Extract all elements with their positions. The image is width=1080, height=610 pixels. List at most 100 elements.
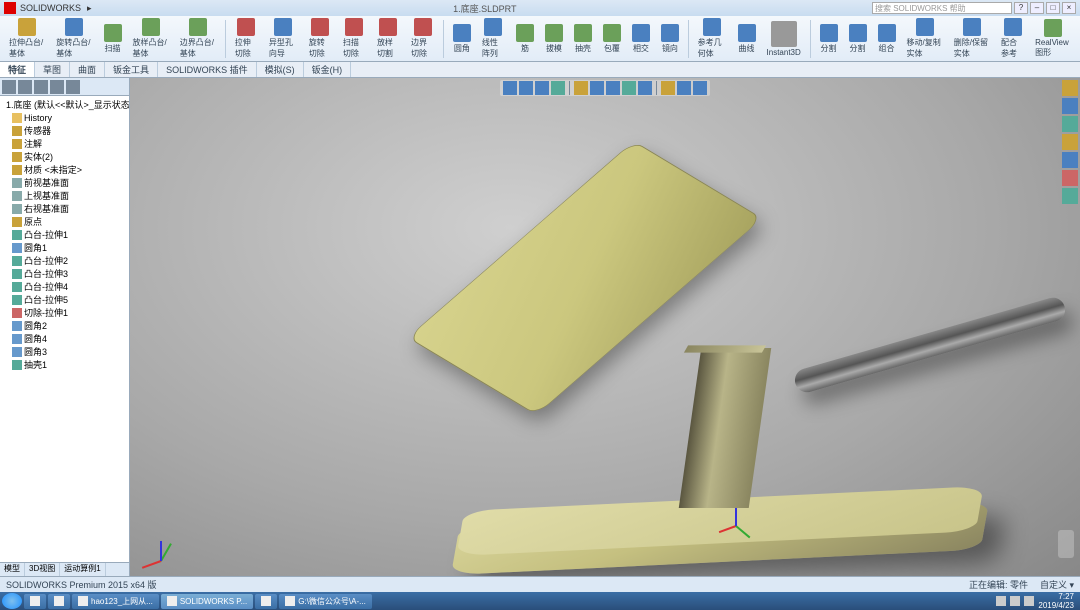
solidworks-resources-icon[interactable] bbox=[1062, 80, 1078, 96]
sidebar-tab-运动算例1[interactable]: 运动算例1 bbox=[60, 563, 105, 576]
tab-特征[interactable]: 特征 bbox=[0, 62, 35, 77]
tree-node[interactable]: 注解 bbox=[2, 137, 127, 150]
tree-node[interactable]: 凸台-拉伸2 bbox=[2, 254, 127, 267]
ribbon-分割[interactable]: 分割 bbox=[815, 21, 843, 57]
taskbar-item[interactable] bbox=[48, 594, 70, 609]
ribbon-参考几何体[interactable]: 参考几何体 bbox=[693, 15, 732, 62]
zoom-area-icon[interactable] bbox=[519, 81, 533, 95]
rotate-widget-icon[interactable] bbox=[1058, 530, 1074, 558]
tab-钣金(H)[interactable]: 钣金(H) bbox=[304, 62, 352, 77]
ribbon-线性阵列[interactable]: 线性阵列 bbox=[477, 15, 510, 62]
ribbon-旋转切除[interactable]: 旋转切除 bbox=[304, 15, 337, 62]
tree-root[interactable]: 1.底座 (默认<<默认>_显示状态 1 bbox=[2, 98, 127, 111]
tray-flag-icon[interactable] bbox=[1024, 596, 1034, 606]
apply-scene-icon[interactable] bbox=[638, 81, 652, 95]
tree-node[interactable]: 圆角1 bbox=[2, 241, 127, 254]
tab-草图[interactable]: 草图 bbox=[35, 62, 70, 77]
ribbon-扫描切除[interactable]: 扫描切除 bbox=[338, 15, 371, 62]
ribbon-边界凸台/基体[interactable]: 边界凸台/基体 bbox=[175, 15, 221, 62]
tree-node[interactable]: 圆角3 bbox=[2, 345, 127, 358]
tree-node[interactable]: 原点 bbox=[2, 215, 127, 228]
ribbon-扫描[interactable]: 扫描 bbox=[99, 21, 127, 57]
sidebar-tab-3D视图[interactable]: 3D视图 bbox=[25, 563, 60, 576]
design-library-icon[interactable] bbox=[1062, 98, 1078, 114]
ribbon-抽壳[interactable]: 抽壳 bbox=[569, 21, 597, 57]
tree-node[interactable]: 凸台-拉伸1 bbox=[2, 228, 127, 241]
feature-tree[interactable]: 1.底座 (默认<<默认>_显示状态 1 History传感器注解实体(2)材质… bbox=[0, 96, 129, 562]
ribbon-拉伸凸台/基体[interactable]: 拉伸凸台/基体 bbox=[4, 15, 50, 62]
ribbon-相交[interactable]: 相交 bbox=[627, 21, 655, 57]
forum-icon[interactable] bbox=[1062, 188, 1078, 204]
view-settings-icon[interactable] bbox=[661, 81, 675, 95]
ribbon-分割[interactable]: 分割 bbox=[844, 21, 872, 57]
ribbon-移动/复制实体[interactable]: 移动/复制实体 bbox=[902, 15, 948, 62]
display-style-icon[interactable] bbox=[590, 81, 604, 95]
ribbon-筋[interactable]: 筋 bbox=[511, 21, 539, 57]
taskbar-item[interactable]: hao123_上网从... bbox=[72, 594, 159, 609]
tab-曲面[interactable]: 曲面 bbox=[70, 62, 105, 77]
ribbon-放样凸台/基体[interactable]: 放样凸台/基体 bbox=[128, 15, 174, 62]
start-button[interactable] bbox=[2, 593, 22, 609]
taskbar-item[interactable]: G:\微信公众号\A-... bbox=[279, 594, 372, 609]
file-explorer-icon[interactable] bbox=[1062, 116, 1078, 132]
tree-node[interactable]: 实体(2) bbox=[2, 150, 127, 163]
feature-tree-icon[interactable] bbox=[2, 80, 16, 94]
3d-viewport[interactable] bbox=[130, 78, 1080, 576]
tab-模拟(S)[interactable]: 模拟(S) bbox=[257, 62, 304, 77]
tree-node[interactable]: 传感器 bbox=[2, 124, 127, 137]
ribbon-拉伸切除[interactable]: 拉伸切除 bbox=[230, 15, 263, 62]
configuration-manager-icon[interactable] bbox=[34, 80, 48, 94]
ribbon-包覆[interactable]: 包覆 bbox=[598, 21, 626, 57]
view-orientation-icon[interactable] bbox=[574, 81, 588, 95]
render-tools-icon[interactable] bbox=[677, 81, 691, 95]
section-view-icon[interactable] bbox=[551, 81, 565, 95]
tree-node[interactable]: 圆角4 bbox=[2, 332, 127, 345]
print3d-icon[interactable] bbox=[693, 81, 707, 95]
system-tray[interactable]: 7:27 2019/4/23 bbox=[992, 592, 1078, 610]
custom-properties-icon[interactable] bbox=[1062, 170, 1078, 186]
ribbon-配合参考[interactable]: 配合参考 bbox=[996, 15, 1029, 62]
ribbon-拔模[interactable]: 拔模 bbox=[540, 21, 568, 57]
minimize-button[interactable]: – bbox=[1030, 2, 1044, 14]
ribbon-异型孔向导[interactable]: 异型孔向导 bbox=[264, 15, 303, 62]
ribbon-圆角[interactable]: 圆角 bbox=[448, 21, 476, 57]
ribbon-镜向[interactable]: 镜向 bbox=[656, 21, 684, 57]
help-icon[interactable]: ? bbox=[1014, 2, 1028, 14]
tree-node[interactable]: 右视基准面 bbox=[2, 202, 127, 215]
tree-node[interactable]: History bbox=[2, 111, 127, 124]
edit-appearance-icon[interactable] bbox=[622, 81, 636, 95]
tree-node[interactable]: 抽壳1 bbox=[2, 358, 127, 371]
property-manager-icon[interactable] bbox=[18, 80, 32, 94]
tree-node[interactable]: 前视基准面 bbox=[2, 176, 127, 189]
help-search-input[interactable]: 搜索 SOLIDWORKS 帮助 bbox=[872, 2, 1012, 14]
appearances-icon[interactable] bbox=[1062, 152, 1078, 168]
ribbon-组合[interactable]: 组合 bbox=[873, 21, 901, 57]
dimxpert-manager-icon[interactable] bbox=[50, 80, 64, 94]
ribbon-放样切割[interactable]: 放样切割 bbox=[372, 15, 405, 62]
taskbar-item[interactable] bbox=[24, 594, 46, 609]
ribbon-边界切除[interactable]: 边界切除 bbox=[406, 15, 439, 62]
ribbon-RealView图形[interactable]: RealView图形 bbox=[1030, 16, 1076, 61]
view-palette-icon[interactable] bbox=[1062, 134, 1078, 150]
ribbon-曲线[interactable]: 曲线 bbox=[733, 21, 761, 57]
previous-view-icon[interactable] bbox=[535, 81, 549, 95]
tree-node[interactable]: 上视基准面 bbox=[2, 189, 127, 202]
display-manager-icon[interactable] bbox=[66, 80, 80, 94]
tab-钣金工具[interactable]: 钣金工具 bbox=[105, 62, 158, 77]
ribbon-删除/保留实体[interactable]: 删除/保留实体 bbox=[949, 15, 995, 62]
tree-node[interactable]: 圆角2 bbox=[2, 319, 127, 332]
tree-node[interactable]: 凸台-拉伸3 bbox=[2, 267, 127, 280]
tray-volume-icon[interactable] bbox=[1010, 596, 1020, 606]
hide-show-icon[interactable] bbox=[606, 81, 620, 95]
tree-node[interactable]: 凸台-拉伸5 bbox=[2, 293, 127, 306]
ribbon-Instant3D[interactable]: Instant3D bbox=[762, 18, 806, 60]
taskbar-item[interactable] bbox=[255, 594, 277, 609]
ribbon-旋转凸台/基体[interactable]: 旋转凸台/基体 bbox=[51, 15, 97, 62]
zoom-fit-icon[interactable] bbox=[503, 81, 517, 95]
tree-node[interactable]: 切除-拉伸1 bbox=[2, 306, 127, 319]
tab-SOLIDWORKS 插件[interactable]: SOLIDWORKS 插件 bbox=[158, 62, 257, 77]
tree-node[interactable]: 凸台-拉伸4 bbox=[2, 280, 127, 293]
tray-network-icon[interactable] bbox=[996, 596, 1006, 606]
tree-node[interactable]: 材质 <未指定> bbox=[2, 163, 127, 176]
sidebar-tab-模型[interactable]: 模型 bbox=[0, 563, 25, 576]
